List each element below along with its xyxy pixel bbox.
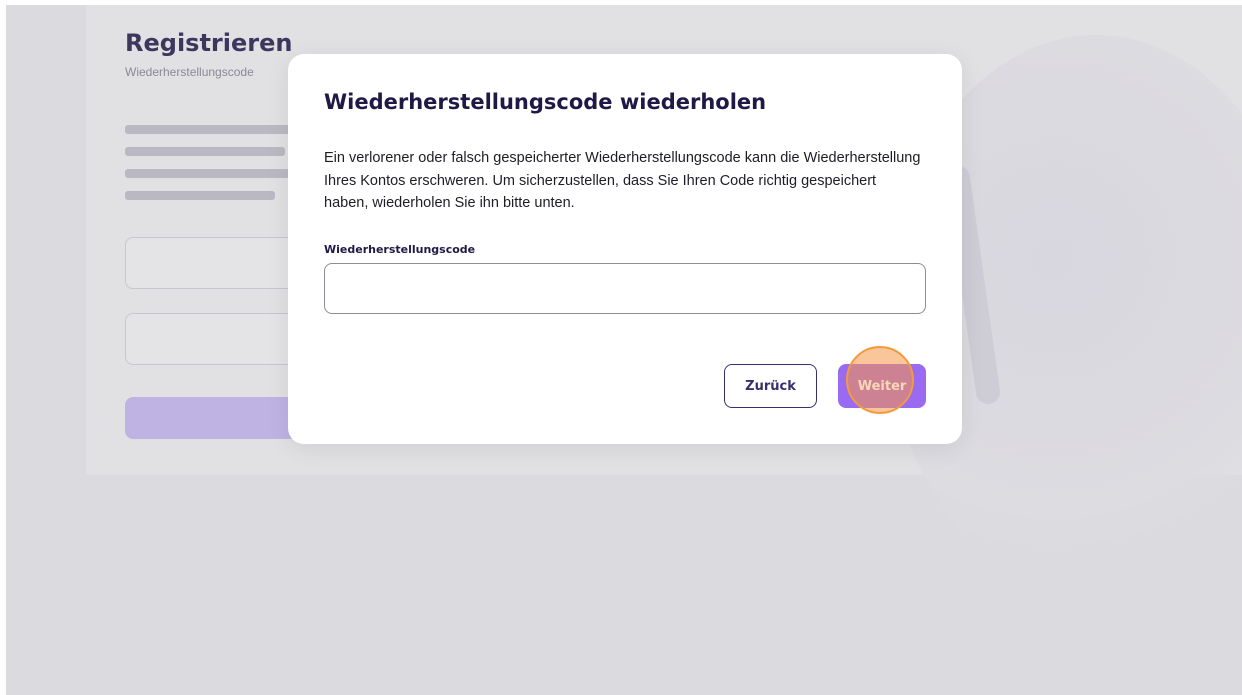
dialog-description: Ein verlorener oder falsch gespeicherter… [324, 150, 921, 211]
recovery-code-dialog: Wiederherstellungscode wiederholen Ein v… [288, 54, 962, 444]
dialog-title: Wiederherstellungscode wiederholen [324, 90, 767, 114]
recovery-code-label: Wiederherstellungscode [324, 243, 476, 256]
next-button[interactable]: Weiter [838, 364, 926, 408]
next-button-label: Weiter [857, 378, 907, 394]
back-button[interactable]: Zurück [724, 364, 817, 408]
recovery-code-input[interactable] [324, 263, 926, 314]
